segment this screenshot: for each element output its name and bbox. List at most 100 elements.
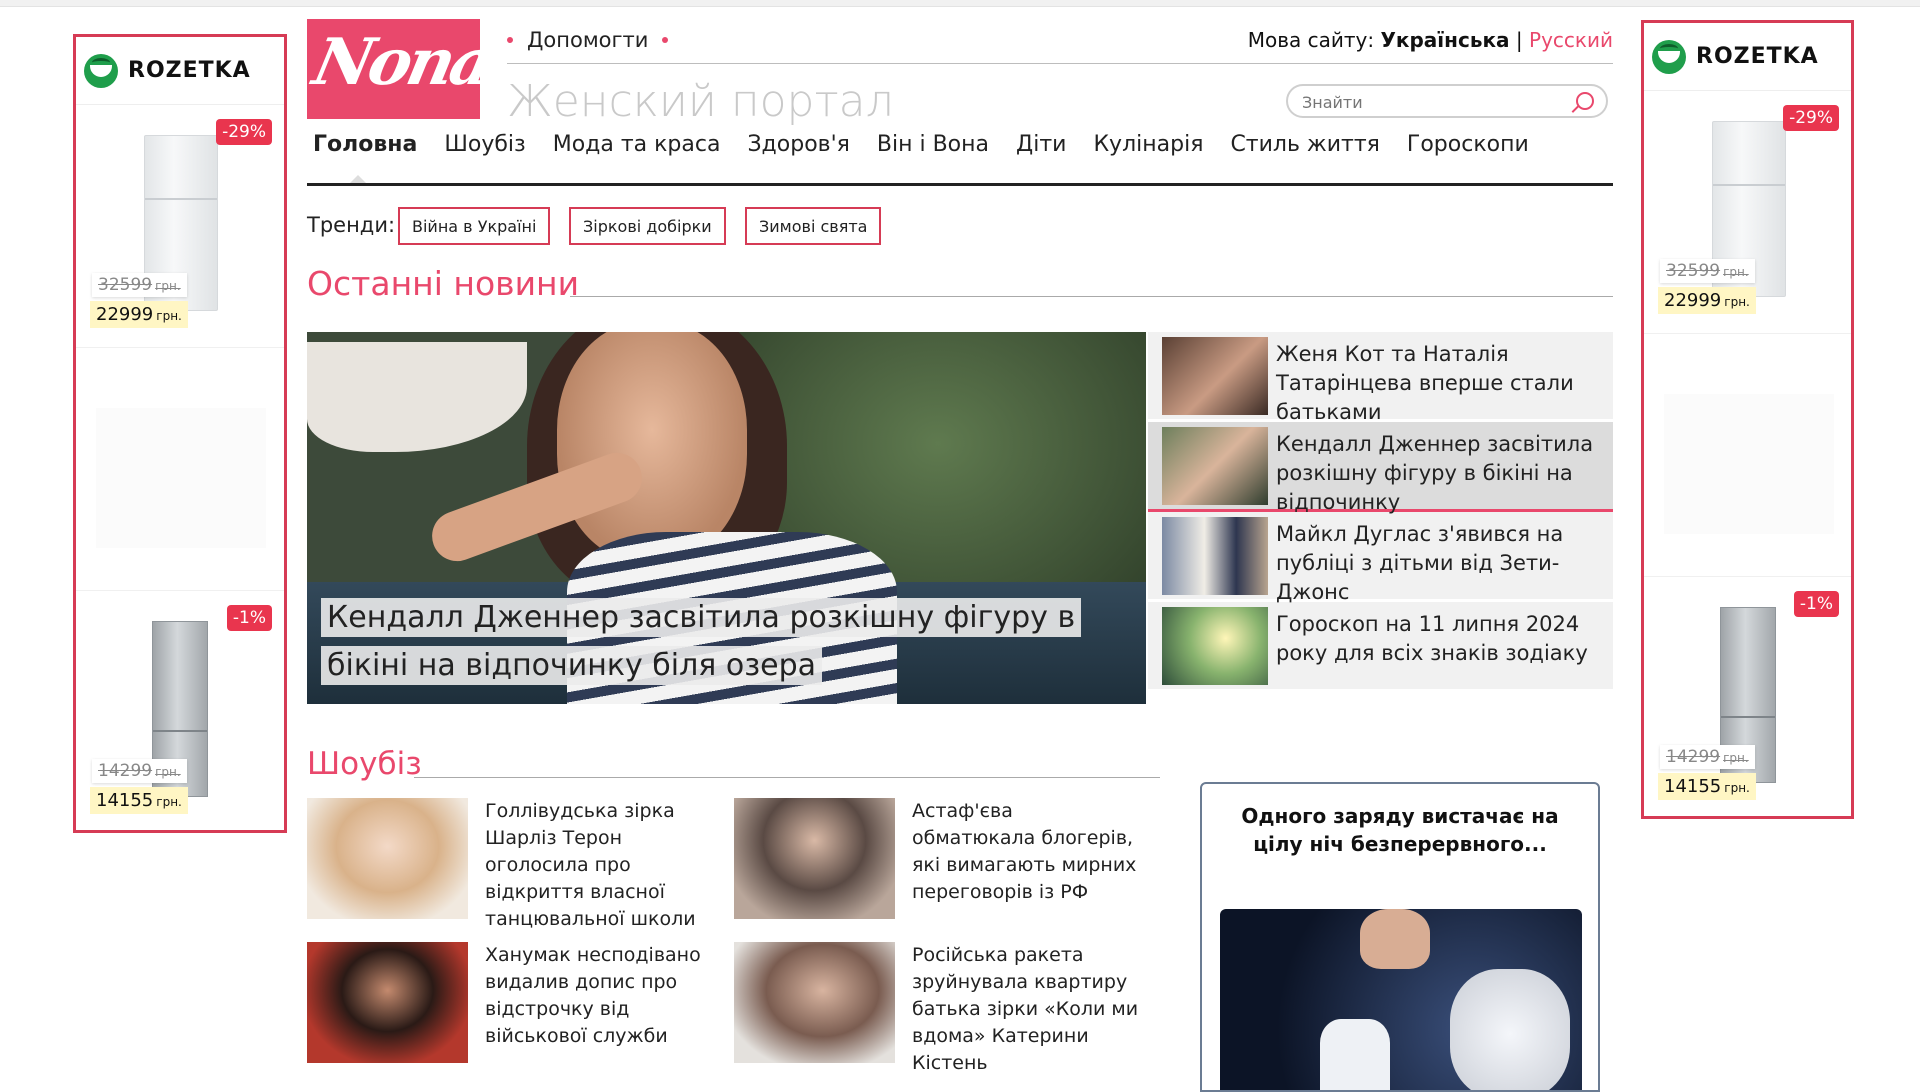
hero-umbrella: [307, 342, 527, 452]
old-price: 32599 грн.: [92, 273, 187, 297]
hero-caption[interactable]: Кендалл Дженнер засвітила розкішну фігур…: [321, 594, 1121, 690]
promo-lamp: [1450, 969, 1570, 1090]
hero-caption-text: Кендалл Дженнер засвітила розкішну фігур…: [321, 598, 1082, 685]
promo-ad-image: [1220, 909, 1582, 1090]
showbiz-card[interactable]: Ханумак несподівано видалив допис про ві…: [307, 942, 715, 1063]
hero-article[interactable]: Кендалл Дженнер засвітила розкішну фігур…: [307, 332, 1146, 704]
ad-product-placeholder[interactable]: [76, 348, 284, 591]
card-image: [307, 942, 468, 1063]
nav-item-fashion[interactable]: Мода та краса: [553, 132, 721, 157]
nav-item-health[interactable]: Здоров'я: [747, 132, 849, 157]
trend-winter-holidays[interactable]: Зимові свята: [745, 207, 882, 245]
card-image: [734, 798, 895, 919]
card-image: [734, 942, 895, 1063]
news-item[interactable]: Майкл Дуглас з'явився на публіці з дітьм…: [1148, 512, 1613, 604]
lang-russian-link[interactable]: Русский: [1529, 28, 1613, 52]
rozetka-ad-header: ROZETKA: [76, 37, 284, 105]
nav-item-showbiz[interactable]: Шоубіз: [444, 132, 525, 157]
nav-item-kids[interactable]: Діти: [1016, 132, 1066, 157]
search-input[interactable]: [1300, 86, 1574, 118]
main-nav: Головна Шоубіз Мода та краса Здоров'я Ві…: [313, 132, 1529, 157]
news-title: Гороскоп на 11 липня 2024 року для всіх …: [1276, 612, 1588, 665]
rozetka-brand: ROZETKA: [1696, 44, 1819, 69]
portal-title: Женский портал: [507, 76, 894, 127]
new-price: 14155 грн.: [1658, 773, 1756, 800]
news-thumb: [1162, 427, 1268, 505]
bullet-dot-icon: [507, 37, 513, 43]
rozetka-logo-icon: [1652, 39, 1686, 74]
nav-active-caret-icon: [350, 175, 366, 183]
news-item[interactable]: Женя Кот та Наталія Татарінцева вперше с…: [1148, 332, 1613, 424]
trend-star-picks[interactable]: Зіркові добірки: [569, 207, 726, 245]
showbiz-title[interactable]: Шоубіз: [307, 746, 422, 782]
card-title: Ханумак несподівано видалив допис про ві…: [485, 944, 701, 1047]
help-link[interactable]: Допомогти: [527, 28, 648, 52]
logo-text: Nona: [307, 25, 480, 100]
language-switcher: Мова сайту: Українська | Русский: [1248, 28, 1613, 52]
search-box: [1286, 84, 1608, 118]
new-price: 22999 грн.: [90, 301, 188, 328]
ad-product-white-fridge[interactable]: -29% 32599 грн. 22999 грн.: [76, 105, 284, 348]
rozetka-ad-right[interactable]: ROZETKA -29% 32599 грн. 22999 грн. -1% 142…: [1641, 20, 1854, 819]
news-title: Кендалл Дженнер засвітила розкішну фігур…: [1276, 432, 1594, 514]
latest-news-rule: [570, 296, 1613, 297]
rozetka-ad-left[interactable]: ROZETKA -29% 32599 грн. 22999 грн. -1% 142…: [73, 34, 287, 833]
nav-item-horoscopes[interactable]: Гороскопи: [1407, 132, 1529, 157]
old-price: 14299 грн.: [1660, 745, 1755, 769]
new-price: 22999 грн.: [1658, 287, 1756, 314]
nav-item-cooking[interactable]: Кулінарія: [1093, 132, 1203, 157]
showbiz-card[interactable]: Голлівудська зірка Шарліз Терон оголосил…: [307, 798, 715, 933]
showbiz-rule: [414, 777, 1160, 778]
card-title: Голлівудська зірка Шарліз Терон оголосил…: [485, 800, 696, 930]
discount-badge: -1%: [226, 605, 272, 631]
lang-current: Українська: [1380, 28, 1510, 52]
old-price: 14299 грн.: [92, 759, 187, 783]
card-image: [307, 798, 468, 919]
news-title: Майкл Дуглас з'явився на публіці з дітьм…: [1276, 522, 1564, 604]
news-item-active[interactable]: Кендалл Дженнер засвітила розкішну фігур…: [1148, 422, 1613, 514]
news-item[interactable]: Гороскоп на 11 липня 2024 року для всіх …: [1148, 602, 1613, 692]
promo-lamp: [1320, 1019, 1390, 1090]
nav-item-relationships[interactable]: Він і Вона: [877, 132, 989, 157]
ad-product-grey-fridge[interactable]: -1% 14299 грн. 14155 грн.: [76, 591, 284, 833]
showbiz-card[interactable]: Російська ракета зруйнувала квартиру бат…: [734, 942, 1142, 1077]
site-logo[interactable]: Nona: [307, 19, 480, 119]
trend-war[interactable]: Війна в Україні: [398, 207, 551, 245]
ad-product-white-fridge[interactable]: -29% 32599 грн. 22999 грн.: [1644, 91, 1851, 334]
help-link-wrap: Допомогти: [507, 28, 669, 52]
rozetka-ad-header: ROZETKA: [1644, 23, 1851, 91]
bullet-dot-icon: [662, 37, 669, 43]
promo-hand: [1360, 909, 1430, 969]
card-title: Астаф'єва обматюкала блогерів, які вимаг…: [912, 800, 1137, 903]
search-icon[interactable]: [1576, 92, 1594, 110]
loading-placeholder: [96, 408, 266, 548]
nav-underline: [307, 183, 1613, 186]
browser-top-edge: [0, 0, 1920, 7]
showbiz-card[interactable]: Астаф'єва обматюкала блогерів, які вимаг…: [734, 798, 1142, 919]
new-price: 14155 грн.: [90, 787, 188, 814]
discount-badge: -29%: [1783, 105, 1839, 131]
loading-placeholder: [1664, 394, 1834, 534]
rozetka-logo-icon: [84, 53, 118, 88]
latest-news-title: Останні новини: [307, 264, 580, 303]
promo-ad-title: Одного заряду вистачає на цілу ніч безпе…: [1241, 804, 1559, 856]
latest-news-list: Женя Кот та Наталія Татарінцева вперше с…: [1148, 332, 1613, 692]
nav-item-home[interactable]: Головна: [313, 132, 417, 157]
old-price: 32599 грн.: [1660, 259, 1755, 283]
discount-badge: -29%: [216, 119, 272, 145]
header-divider: [507, 63, 1613, 64]
ad-product-grey-fridge[interactable]: -1% 14299 грн. 14155 грн.: [1644, 577, 1851, 819]
promo-ad[interactable]: Одного заряду вистачає на цілу ніч безпе…: [1200, 782, 1600, 1092]
news-thumb: [1162, 337, 1268, 415]
lang-separator: |: [1515, 28, 1523, 52]
ad-product-placeholder[interactable]: [1644, 334, 1851, 577]
discount-badge: -1%: [1793, 591, 1839, 617]
nav-item-lifestyle[interactable]: Стиль життя: [1230, 132, 1379, 157]
hero-face: [557, 332, 747, 562]
card-title: Російська ракета зруйнувала квартиру бат…: [912, 944, 1139, 1074]
news-thumb: [1162, 607, 1268, 685]
news-thumb: [1162, 517, 1268, 595]
rozetka-brand: ROZETKA: [128, 58, 251, 83]
news-title: Женя Кот та Наталія Татарінцева вперше с…: [1276, 342, 1574, 424]
lang-prefix: Мова сайту:: [1247, 28, 1375, 52]
